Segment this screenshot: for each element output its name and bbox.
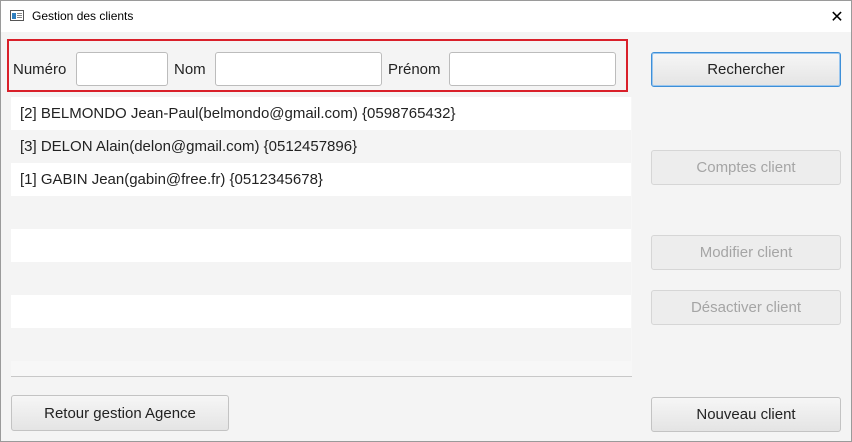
list-item[interactable]: [1] GABIN Jean(gabin@free.fr) {051234567… (11, 163, 631, 196)
list-item-empty (11, 295, 631, 328)
prenom-label: Prénom (388, 61, 441, 78)
desactiver-client-button[interactable]: Désactiver client (651, 290, 841, 325)
content-area: Numéro Nom Prénom [2] BELMONDO Jean-Paul… (1, 32, 851, 441)
title-bar: Gestion des clients ✕ (1, 1, 851, 32)
rechercher-button[interactable]: Rechercher (651, 52, 841, 87)
numero-label: Numéro (13, 61, 67, 78)
list-item-empty (11, 328, 631, 361)
prenom-input[interactable] (449, 52, 616, 86)
modifier-client-button[interactable]: Modifier client (651, 235, 841, 270)
window-title: Gestion des clients (32, 9, 134, 23)
nouveau-client-button[interactable]: Nouveau client (651, 397, 841, 432)
list-item-empty (11, 229, 631, 262)
numero-input[interactable] (76, 52, 168, 86)
list-item-empty (11, 262, 631, 295)
list-item[interactable]: [3] DELON Alain(delon@gmail.com) {051245… (11, 130, 631, 163)
comptes-client-button[interactable]: Comptes client (651, 150, 841, 185)
window: Gestion des clients ✕ Numéro Nom Prénom … (0, 0, 852, 442)
app-window-icon (10, 10, 24, 21)
retour-gestion-agence-button[interactable]: Retour gestion Agence (11, 395, 229, 431)
nom-input[interactable] (215, 52, 382, 86)
client-list[interactable]: [2] BELMONDO Jean-Paul(belmondo@gmail.co… (11, 97, 632, 377)
close-icon[interactable]: ✕ (823, 1, 851, 32)
list-item[interactable]: [2] BELMONDO Jean-Paul(belmondo@gmail.co… (11, 97, 631, 130)
list-item-empty (11, 196, 631, 229)
nom-label: Nom (174, 61, 206, 78)
